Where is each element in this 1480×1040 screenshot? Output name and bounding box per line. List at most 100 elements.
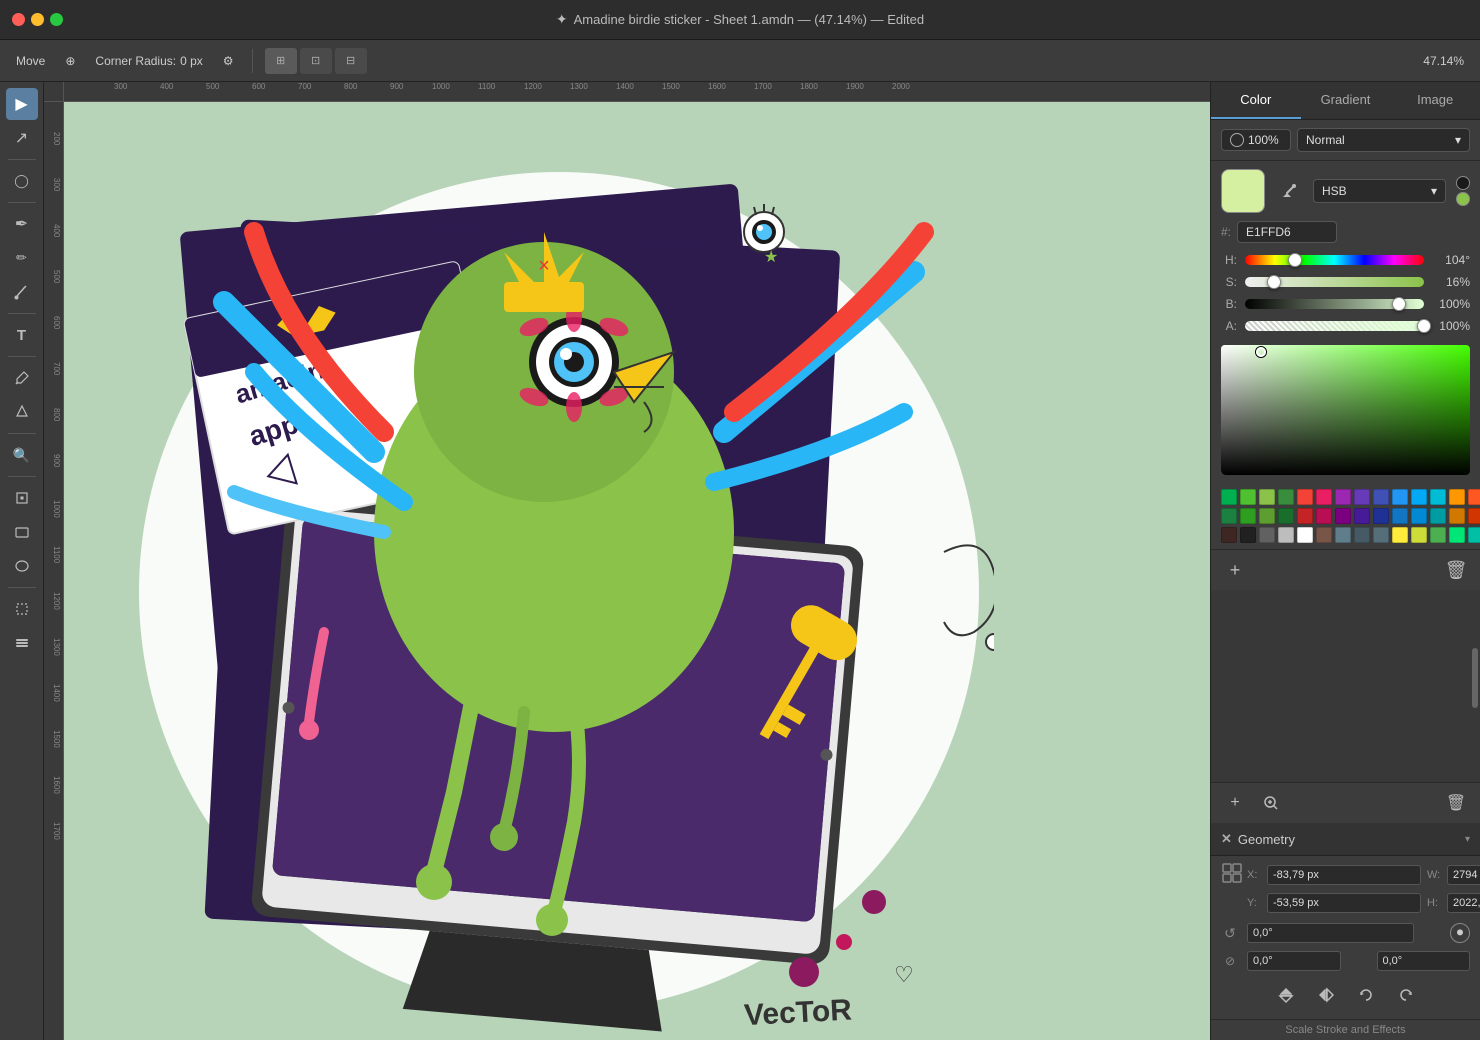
delete-geometry-button[interactable]: 🗑: [1442, 789, 1470, 817]
tab-image[interactable]: Image: [1390, 82, 1480, 119]
palette-swatch[interactable]: [1430, 508, 1446, 524]
w-input[interactable]: [1447, 865, 1480, 885]
text-tool[interactable]: T: [6, 319, 38, 351]
palette-swatch[interactable]: [1240, 489, 1256, 505]
settings-icon[interactable]: ⚙: [217, 52, 240, 70]
palette-swatch[interactable]: [1373, 489, 1389, 505]
palette-swatch[interactable]: [1468, 489, 1480, 505]
maximize-button[interactable]: [50, 13, 63, 26]
palette-swatch[interactable]: [1221, 508, 1237, 524]
flip-vertical-button[interactable]: [1272, 981, 1300, 1009]
crop-tool[interactable]: [6, 593, 38, 625]
palette-swatch[interactable]: [1392, 527, 1408, 543]
pencil-tool[interactable]: ✏: [6, 242, 38, 274]
color-swatch-main[interactable]: [1221, 169, 1265, 213]
palette-swatch[interactable]: [1278, 527, 1294, 543]
palette-swatch[interactable]: [1449, 527, 1465, 543]
palette-swatch[interactable]: [1221, 489, 1237, 505]
blend-mode-dropdown[interactable]: Normal ▾: [1297, 128, 1470, 152]
add-color-button[interactable]: +: [1221, 556, 1249, 584]
corner-radius-field[interactable]: Corner Radius: 0 px: [89, 52, 208, 70]
transform-input[interactable]: [1377, 951, 1471, 971]
palette-swatch[interactable]: [1373, 527, 1389, 543]
zoom-display[interactable]: 47.14%: [1417, 52, 1470, 70]
color-gradient-picker[interactable]: [1221, 345, 1470, 475]
flip-horizontal-button[interactable]: [1312, 981, 1340, 1009]
palette-swatch[interactable]: [1278, 508, 1294, 524]
brush-tool[interactable]: [6, 276, 38, 308]
palette-swatch[interactable]: [1354, 508, 1370, 524]
hue-slider-track[interactable]: [1245, 255, 1424, 265]
shear-input[interactable]: [1247, 951, 1341, 971]
ellipse-tool[interactable]: [6, 550, 38, 582]
tab-color[interactable]: Color: [1211, 82, 1301, 119]
palette-swatch[interactable]: [1297, 508, 1313, 524]
palette-swatch[interactable]: [1316, 527, 1332, 543]
palette-swatch[interactable]: [1449, 489, 1465, 505]
hex-input[interactable]: [1237, 221, 1337, 243]
green-swatch[interactable]: [1456, 192, 1470, 206]
palette-swatch[interactable]: [1468, 527, 1480, 543]
color-crosshair[interactable]: [1256, 347, 1266, 357]
hsb-selector[interactable]: HSB ▾: [1313, 179, 1446, 203]
palette-swatch[interactable]: [1430, 527, 1446, 543]
palette-swatch[interactable]: [1259, 489, 1275, 505]
palette-swatch[interactable]: [1335, 489, 1351, 505]
palette-swatch[interactable]: [1392, 508, 1408, 524]
tab-gradient[interactable]: Gradient: [1301, 82, 1391, 119]
geometry-header[interactable]: ✕ Geometry ▾: [1211, 823, 1480, 856]
palette-swatch[interactable]: [1240, 527, 1256, 543]
palette-swatch[interactable]: [1335, 508, 1351, 524]
palette-swatch[interactable]: [1335, 527, 1351, 543]
alpha-slider-thumb[interactable]: [1417, 319, 1431, 333]
palette-swatch[interactable]: [1259, 508, 1275, 524]
delete-color-button[interactable]: 🗑: [1442, 556, 1470, 584]
rotate-left-button[interactable]: [1352, 981, 1380, 1009]
x-input[interactable]: [1267, 865, 1421, 885]
hue-slider-thumb[interactable]: [1288, 253, 1302, 267]
palette-swatch[interactable]: [1316, 489, 1332, 505]
palette-swatch[interactable]: [1354, 489, 1370, 505]
alpha-slider-track[interactable]: [1245, 321, 1424, 331]
scrollbar-thumb[interactable]: [1472, 648, 1478, 708]
direct-select-tool[interactable]: ↗: [6, 122, 38, 154]
palette-swatch[interactable]: [1449, 508, 1465, 524]
y-input[interactable]: [1267, 893, 1421, 913]
saturation-slider-thumb[interactable]: [1267, 275, 1281, 289]
rectangle-tool[interactable]: [6, 516, 38, 548]
rotate-right-button[interactable]: [1392, 981, 1420, 1009]
palette-swatch[interactable]: [1411, 508, 1427, 524]
rotate-input[interactable]: [1247, 923, 1414, 943]
palette-swatch[interactable]: [1373, 508, 1389, 524]
pen-tool[interactable]: ✒: [6, 208, 38, 240]
add-geometry-button[interactable]: +: [1221, 789, 1249, 817]
palette-swatch[interactable]: [1468, 508, 1480, 524]
eyedropper-button[interactable]: [1275, 177, 1303, 205]
palette-swatch[interactable]: [1278, 489, 1294, 505]
opacity-display[interactable]: 100%: [1221, 129, 1291, 151]
palette-swatch[interactable]: [1259, 527, 1275, 543]
close-button[interactable]: [12, 13, 25, 26]
palette-swatch[interactable]: [1297, 489, 1313, 505]
zoom-geometry-button[interactable]: [1257, 789, 1285, 817]
saturation-slider-track[interactable]: [1245, 277, 1424, 287]
snap-btn-2[interactable]: ⊡: [300, 48, 332, 74]
zoom-tool[interactable]: 🔍: [6, 439, 38, 471]
snap-btn-1[interactable]: ⊞: [265, 48, 297, 74]
palette-swatch[interactable]: [1297, 527, 1313, 543]
brightness-slider-track[interactable]: [1245, 299, 1424, 309]
snap-btn-3[interactable]: ⊟: [335, 48, 367, 74]
lasso-tool[interactable]: ◯: [6, 165, 38, 197]
canvas-viewport[interactable]: amadine app: [64, 102, 1210, 1040]
select-tool[interactable]: ▶: [6, 88, 38, 120]
minimize-button[interactable]: [31, 13, 44, 26]
palette-swatch[interactable]: [1240, 508, 1256, 524]
rotate-knob[interactable]: [1450, 923, 1470, 943]
palette-swatch[interactable]: [1392, 489, 1408, 505]
palette-swatch[interactable]: [1221, 527, 1237, 543]
layers-tool[interactable]: [6, 627, 38, 659]
black-swatch[interactable]: [1456, 176, 1470, 190]
target-icon[interactable]: ⊕: [59, 52, 81, 70]
h-input[interactable]: [1447, 893, 1480, 913]
traffic-lights[interactable]: [12, 13, 63, 26]
